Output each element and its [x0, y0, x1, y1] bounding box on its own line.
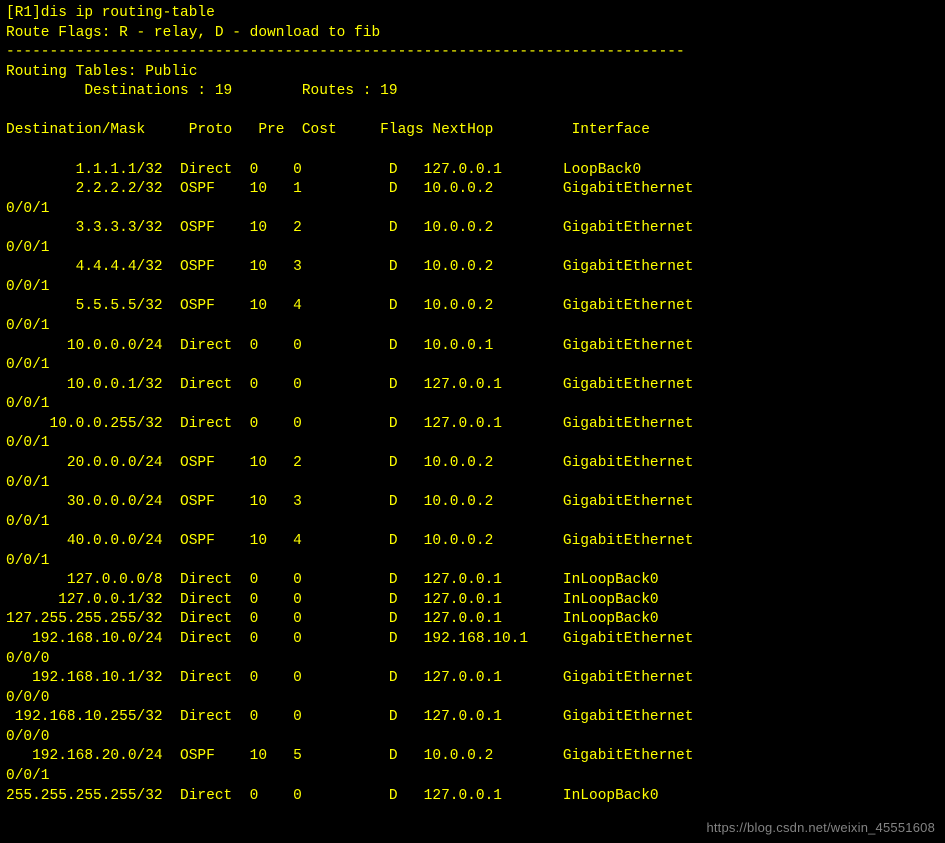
watermark-text: https://blog.csdn.net/weixin_45551608 [706, 819, 935, 837]
terminal-output: [R1]dis ip routing-table Route Flags: R … [6, 4, 939, 806]
